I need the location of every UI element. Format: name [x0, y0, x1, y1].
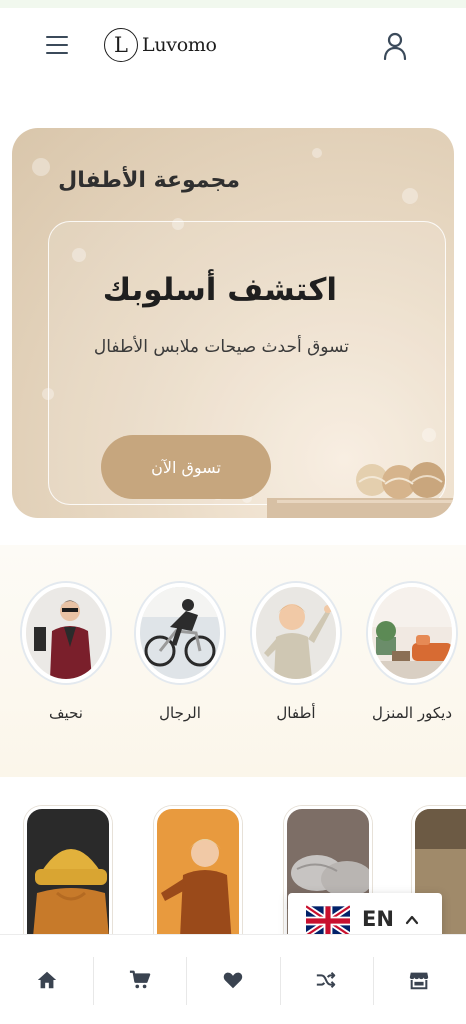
- hero-subtitle: تسوق أحدث صيحات ملابس الأطفال: [93, 337, 349, 357]
- category-men[interactable]: الرجال: [134, 583, 226, 725]
- status-strip: [0, 0, 466, 8]
- hamburger-menu-icon[interactable]: [44, 34, 72, 56]
- product-card[interactable]: [24, 806, 112, 940]
- category-slim[interactable]: نحيف: [20, 583, 112, 725]
- category-label: الرجال: [159, 704, 201, 722]
- men-cyclist-image: [136, 583, 224, 683]
- language-code: EN: [362, 907, 394, 931]
- nav-cart[interactable]: [93, 935, 186, 1024]
- hero-banner: مجموعة الأطفال اكتشف أسلوبك تسوق أحدث صي…: [12, 128, 454, 518]
- category-carousel: ديكور المنزل أطفال الرجال نحيف: [0, 545, 466, 777]
- nav-home[interactable]: [0, 935, 93, 1024]
- home-decor-image: [368, 583, 456, 683]
- nav-store[interactable]: [372, 935, 466, 1024]
- uk-flag-icon: [306, 905, 350, 937]
- hero-heading: اكتشف أسلوبك: [102, 272, 337, 308]
- bottom-navigation: [0, 934, 466, 1024]
- collection-title: مجموعة الأطفال: [58, 168, 240, 193]
- shop-now-button[interactable]: تسوق الآن: [101, 435, 271, 499]
- app-header: L Luvomo: [0, 8, 466, 80]
- category-label: أطفال: [276, 704, 316, 722]
- category-label: ديكور المنزل: [371, 704, 452, 722]
- category-home-decor[interactable]: ديكور المنزل: [366, 583, 458, 725]
- nav-wishlist[interactable]: [186, 935, 279, 1024]
- user-account-icon[interactable]: [382, 32, 408, 60]
- slim-fashion-image: [22, 583, 110, 683]
- nav-compare[interactable]: [279, 935, 373, 1024]
- brand-name: Luvomo: [142, 34, 217, 56]
- logo-mark: L: [104, 28, 138, 62]
- product-card[interactable]: [154, 806, 242, 940]
- category-label: نحيف: [49, 704, 83, 722]
- heart-icon: [223, 972, 243, 988]
- shuffle-icon: [317, 971, 336, 988]
- kids-image: [252, 583, 340, 683]
- hero-decor-image: [267, 462, 454, 518]
- home-icon: [37, 971, 56, 988]
- chevron-up-icon: [405, 915, 419, 925]
- category-kids[interactable]: أطفال: [250, 583, 342, 725]
- store-icon: [410, 972, 429, 989]
- cart-icon: [129, 970, 151, 988]
- brand-logo[interactable]: L Luvomo: [104, 28, 217, 62]
